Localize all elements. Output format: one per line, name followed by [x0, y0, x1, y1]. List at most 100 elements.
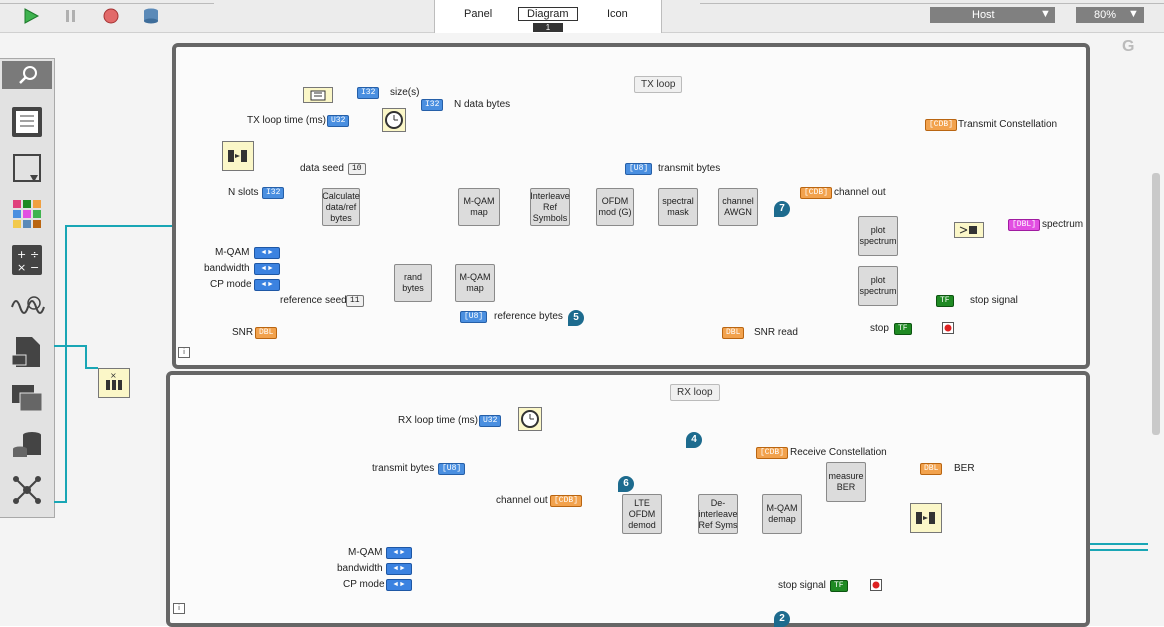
rx-bandwidth-control[interactable]: ◄►: [386, 563, 412, 575]
tx-bandwidth-label: bandwidth: [204, 263, 250, 274]
rand-bytes-subvi[interactable]: rand bytes: [394, 264, 432, 302]
spectrum-label: spectrum: [1042, 219, 1084, 230]
receive-constellation-terminal[interactable]: [CDB]: [756, 447, 789, 459]
array-size-node[interactable]: [303, 87, 333, 103]
stop-icon: [944, 324, 952, 332]
tx-loop-time-terminal[interactable]: U32: [327, 115, 350, 127]
m-qam-map-subvi[interactable]: M-QAM map: [458, 188, 500, 226]
teal-wire: [1086, 543, 1148, 551]
transmit-constellation-terminal[interactable]: [CDB]: [925, 119, 958, 131]
tx-loop-time-label: TX loop time (ms): [247, 115, 326, 126]
rx-transmit-bytes-terminal[interactable]: [U8]: [438, 463, 466, 475]
plot-spectrum-subvi[interactable]: plot spectrum: [858, 216, 898, 256]
rx-loop-time-label: RX loop time (ms): [398, 415, 479, 426]
rx-transmit-bytes-label: transmit bytes: [372, 463, 435, 474]
loop-condition-terminal[interactable]: [870, 579, 882, 591]
vertical-scrollbar[interactable]: G: [1122, 33, 1164, 626]
rx-channel-out-label: channel out: [496, 495, 548, 506]
channel-out-label: channel out: [834, 187, 886, 198]
probe-2[interactable]: 2: [774, 611, 790, 627]
scrollbar-thumb[interactable]: [1152, 173, 1160, 435]
ofdm-mod-subvi[interactable]: OFDM mod (G): [596, 188, 634, 226]
teal-wire: [54, 345, 98, 369]
ber-terminal[interactable]: DBL: [920, 463, 943, 475]
spectrum-terminal[interactable]: [DBL]: [1008, 219, 1041, 231]
data-seed-constant[interactable]: 10: [348, 163, 366, 175]
probe-5[interactable]: 5: [568, 310, 584, 326]
rx-m-qam-label: M-QAM: [348, 547, 383, 558]
loop-condition-terminal[interactable]: [942, 322, 954, 334]
m-qam-demap-subvi[interactable]: M-QAM demap: [762, 494, 802, 534]
wait-ms-node[interactable]: [518, 407, 542, 431]
transmit-bytes-terminal[interactable]: [U8]: [625, 163, 653, 175]
stop-signal-label: stop signal: [970, 295, 1018, 306]
close-icon: ×: [106, 371, 122, 390]
snr-terminal[interactable]: DBL: [255, 327, 278, 339]
transmit-constellation-label: Transmit Constellation: [958, 119, 1058, 130]
array-icon: [310, 90, 326, 101]
measure-ber-subvi[interactable]: measure BER: [826, 462, 866, 502]
reference-bytes-label: reference bytes: [494, 311, 563, 322]
deinterleave-subvi[interactable]: De-interleave Ref Syms: [698, 494, 738, 534]
calculate-bytes-subvi[interactable]: Calculate data/ref bytes: [322, 188, 360, 226]
loop-iteration-terminal: i: [173, 603, 185, 614]
probe-4[interactable]: 4: [686, 432, 702, 448]
tx-m-qam-control[interactable]: ◄►: [254, 247, 280, 259]
clock-icon: [385, 111, 403, 129]
probe-7[interactable]: 7: [774, 201, 790, 217]
lte-ofdm-demod-subvi[interactable]: LTE OFDM demod: [622, 494, 662, 534]
channel-awgn-subvi[interactable]: channel AWGN: [718, 188, 758, 226]
sequence-icon: [916, 512, 935, 524]
loop-iteration-terminal: i: [178, 347, 190, 358]
reference-seed-constant[interactable]: 11: [346, 295, 364, 307]
rx-stop-signal-label: stop signal: [778, 580, 826, 591]
n-data-bytes-terminal[interactable]: I32: [421, 99, 444, 111]
reference-bytes-terminal[interactable]: [U8]: [460, 311, 488, 323]
ber-label: BER: [954, 463, 975, 474]
sequence-icon: [228, 150, 247, 162]
rx-bandwidth-label: bandwidth: [337, 563, 383, 574]
wait-ms-node[interactable]: [382, 108, 406, 132]
tx-bandwidth-control[interactable]: ◄►: [254, 263, 280, 275]
rx-loop-comment: RX loop: [670, 384, 720, 401]
close-node[interactable]: ×: [98, 368, 130, 398]
data-seed-label: data seed: [300, 163, 344, 174]
receive-constellation-label: Receive Constellation: [790, 447, 887, 458]
stop-terminal[interactable]: TF: [894, 323, 912, 335]
probe-6[interactable]: 6: [618, 476, 634, 492]
tx-cp-mode-control[interactable]: ◄►: [254, 279, 280, 291]
rx-channel-out-terminal[interactable]: [CDB]: [550, 495, 583, 507]
bundle-node[interactable]: [954, 222, 984, 238]
snr-label: SNR: [232, 327, 254, 338]
interleave-subvi[interactable]: Interleave Ref Symbols: [530, 188, 570, 226]
tx-sequence-node[interactable]: [222, 141, 254, 171]
tx-m-qam-label: M-QAM: [215, 247, 250, 258]
rx-m-qam-control[interactable]: ◄►: [386, 547, 412, 559]
bundle-icon: [959, 226, 977, 234]
teal-wire: [54, 225, 172, 503]
stop-label: stop: [870, 323, 889, 334]
m-qam-map-ref-subvi[interactable]: M-QAM map: [455, 264, 495, 302]
rx-sequence-node[interactable]: [910, 503, 942, 533]
svg-text:×: ×: [110, 371, 117, 380]
reference-seed-label: reference seed: [280, 295, 347, 306]
rx-cp-mode-control[interactable]: ◄►: [386, 579, 412, 591]
n-data-bytes-label: N data bytes: [454, 99, 511, 110]
channel-out-terminal[interactable]: [CDB]: [800, 187, 833, 199]
transmit-bytes-label: transmit bytes: [658, 163, 721, 174]
snr-read-label: SNR read: [754, 327, 798, 338]
n-slots-label: N slots: [228, 187, 259, 198]
stop-signal-terminal[interactable]: TF: [936, 295, 954, 307]
rx-cp-mode-label: CP mode: [343, 579, 385, 590]
rx-loop-time-terminal[interactable]: U32: [479, 415, 502, 427]
stop-icon: [872, 581, 880, 589]
clock-icon: [521, 410, 539, 428]
rx-stop-signal-terminal[interactable]: TF: [830, 580, 848, 592]
snr-read-terminal[interactable]: DBL: [722, 327, 745, 339]
tx-loop-comment: TX loop: [634, 76, 683, 93]
size-terminal[interactable]: I32: [357, 87, 380, 99]
n-slots-terminal[interactable]: I32: [262, 187, 285, 199]
tx-cp-mode-label: CP mode: [210, 279, 252, 290]
spectral-mask-subvi[interactable]: spectral mask: [658, 188, 698, 226]
plot-spectrum-subvi-2[interactable]: plot spectrum: [858, 266, 898, 306]
